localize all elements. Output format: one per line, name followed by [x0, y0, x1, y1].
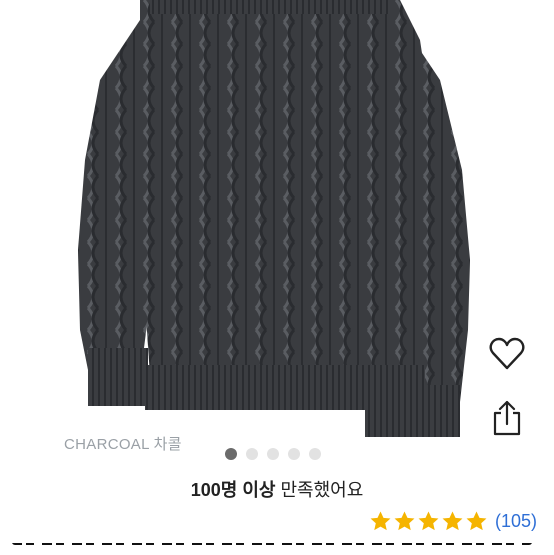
rating[interactable]: (105) [369, 510, 537, 533]
color-label: CHARCOAL 차콜 [64, 436, 182, 453]
satisfaction-count: 100명 이상 [190, 480, 276, 500]
pager-dot[interactable] [267, 448, 279, 460]
rating-stars [369, 510, 489, 533]
share-icon[interactable] [491, 400, 523, 436]
satisfaction-text: 100명 이상 만족했어요 [0, 476, 554, 502]
product-image [78, 0, 470, 437]
pager-dot[interactable] [225, 448, 237, 460]
review-count-link[interactable]: (105) [495, 511, 537, 532]
product-title-cutoff [0, 543, 554, 555]
star-icon [442, 511, 463, 531]
satisfaction-rest: 만족했어요 [275, 480, 364, 500]
star-icon [394, 511, 415, 531]
pager-dot[interactable] [288, 448, 300, 460]
star-icon [370, 511, 391, 531]
heart-icon[interactable] [489, 336, 525, 372]
star-icon [466, 511, 487, 531]
star-icon [418, 511, 439, 531]
carousel-pager[interactable] [225, 448, 321, 460]
pager-dot[interactable] [246, 448, 258, 460]
pager-dot[interactable] [309, 448, 321, 460]
